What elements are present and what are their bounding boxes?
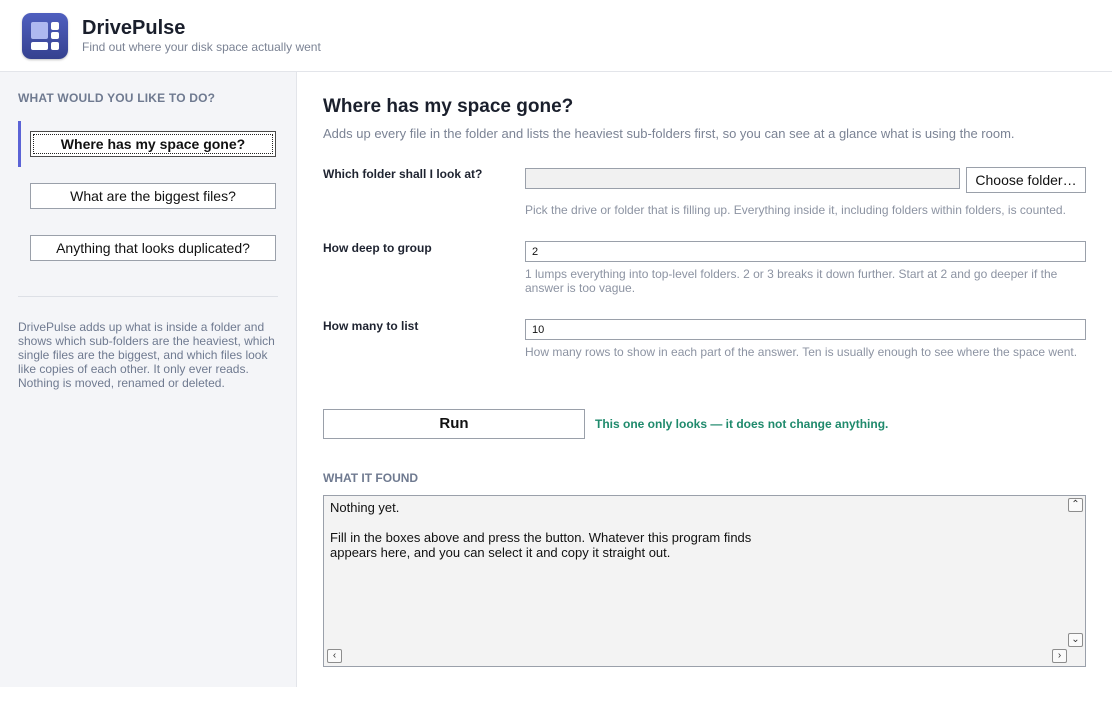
count-input[interactable] (525, 319, 1086, 340)
dashboard-grid-icon (22, 13, 68, 59)
depth-label: How deep to group (323, 241, 432, 255)
scroll-down-icon[interactable]: ⌄ (1068, 633, 1083, 647)
results-textarea[interactable]: Nothing yet. Fill in the boxes above and… (323, 495, 1086, 667)
depth-hint: 1 lumps everything into top-level folder… (525, 267, 1058, 295)
task-button-space-gone[interactable]: Where has my space gone? (30, 131, 276, 157)
choose-folder-button[interactable]: Choose folder… (966, 167, 1086, 193)
app-header: DrivePulse Find out where your disk spac… (0, 0, 1112, 72)
sidebar-about-text: DrivePulse adds up what is inside a fold… (18, 320, 275, 390)
folder-input[interactable] (525, 168, 960, 189)
task-button-biggest-files[interactable]: What are the biggest files? (30, 183, 276, 209)
task-button-duplicates[interactable]: Anything that looks duplicated? (30, 235, 276, 261)
sidebar-divider (18, 296, 278, 297)
app-title: DrivePulse (82, 17, 186, 39)
scroll-left-icon[interactable]: ‹ (327, 649, 342, 663)
scroll-right-icon[interactable]: › (1052, 649, 1067, 663)
active-task-indicator (18, 121, 21, 167)
count-hint: How many rows to show in each part of th… (525, 345, 1078, 359)
app-subtitle: Find out where your disk space actually … (82, 40, 321, 54)
folder-hint: Pick the drive or folder that is filling… (525, 203, 1066, 217)
task-label: Anything that looks duplicated? (56, 240, 250, 256)
sidebar: WHAT WOULD YOU LIKE TO DO? Where has my … (0, 72, 297, 687)
results-text: Nothing yet. Fill in the boxes above and… (330, 500, 752, 560)
depth-input[interactable] (525, 241, 1086, 262)
results-heading: WHAT IT FOUND (323, 471, 419, 485)
run-button[interactable]: Run (323, 409, 585, 439)
folder-label: Which folder shall I look at? (323, 167, 483, 181)
run-note: This one only looks — it does not change… (595, 417, 889, 431)
task-label: Where has my space gone? (60, 136, 246, 152)
page-description: Adds up every file in the folder and lis… (323, 126, 1015, 141)
page-title: Where has my space gone? (323, 96, 574, 117)
main-panel: Where has my space gone? Adds up every f… (297, 72, 1112, 687)
scroll-up-icon[interactable]: ⌃ (1068, 498, 1083, 512)
count-label: How many to list (323, 319, 419, 333)
task-label: What are the biggest files? (70, 188, 236, 204)
sidebar-heading: WHAT WOULD YOU LIKE TO DO? (18, 91, 216, 105)
